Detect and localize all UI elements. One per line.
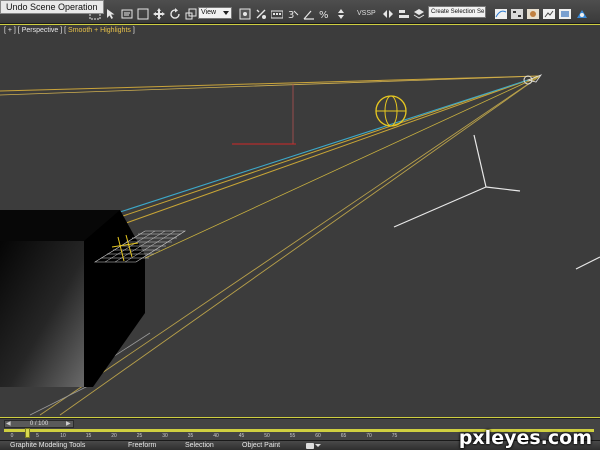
frame-tick-label: 35 — [187, 433, 194, 439]
frame-tick-label: 55 — [289, 433, 296, 439]
keyboard-shortcut-icon[interactable] — [270, 7, 284, 21]
scene-canvas — [0, 74, 600, 416]
viewport-shading-mode[interactable]: Smooth + Highlights — [68, 27, 131, 34]
slider-right-arrow-icon[interactable]: ▶ — [66, 420, 71, 428]
frame-tick-label: 20 — [111, 433, 117, 439]
named-selection-set-dropdown[interactable]: Create Selection Se — [428, 6, 486, 18]
svg-text:%: % — [319, 10, 329, 20]
mirror-icon[interactable] — [381, 7, 395, 21]
frame-tick-label: 10 — [60, 433, 66, 439]
render-icon[interactable] — [575, 7, 589, 21]
perspective-viewport[interactable]: [ + ] [ Perspective ] [ Smooth + Highlig… — [0, 24, 600, 418]
viewport-label-separator: ] [ — [60, 27, 67, 34]
undo-tooltip: Undo Scene Operation — [0, 0, 104, 14]
select-move-icon[interactable] — [152, 7, 166, 21]
chevron-down-icon — [315, 444, 321, 447]
select-manipulate-icon[interactable] — [254, 7, 268, 21]
main-toolbar: View 3 % VSSP Create Selection Se Undo S… — [0, 0, 600, 24]
viewport-label-prefix: [ + ] [ — [4, 27, 20, 34]
point-helper-icon[interactable] — [393, 134, 600, 270]
viewport-label-suffix: ] — [132, 27, 135, 34]
reference-coordinate-dropdown[interactable]: View — [198, 7, 232, 19]
viewport-view-name[interactable]: Perspective — [22, 27, 59, 34]
tab-selection[interactable]: Selection — [185, 442, 214, 450]
ribbon-options-button[interactable] — [306, 442, 322, 449]
tab-object-paint[interactable]: Object Paint — [242, 442, 280, 450]
schematic-view-icon[interactable] — [510, 7, 524, 21]
frame-tick-label: 40 — [213, 433, 219, 439]
tab-freeform[interactable]: Freeform — [128, 442, 156, 450]
layer-manager-icon[interactable] — [412, 7, 426, 21]
time-slider[interactable]: 0 / 100 — [4, 420, 74, 428]
snap-icon[interactable]: 3 — [286, 7, 300, 21]
frame-tick-label: 15 — [85, 433, 92, 439]
tab-graphite-modeling-tools[interactable]: Graphite Modeling Tools — [10, 442, 85, 450]
pivot-center-icon[interactable] — [238, 7, 252, 21]
curve-editor-icon[interactable] — [494, 7, 508, 21]
current-frame-marker[interactable] — [25, 428, 30, 438]
box-object[interactable] — [0, 210, 145, 387]
percent-snap-icon[interactable]: % — [318, 7, 332, 21]
frame-tick-label: 75 — [391, 433, 398, 439]
svg-text:3: 3 — [288, 10, 294, 20]
omni-light-icon[interactable] — [375, 95, 407, 127]
ribbon-options-icon — [306, 442, 314, 449]
angle-snap-icon[interactable] — [302, 7, 316, 21]
slider-left-arrow-icon[interactable]: ◀ — [6, 420, 11, 428]
material-editor-icon[interactable] — [526, 7, 540, 21]
rect-region-icon[interactable] — [136, 7, 150, 21]
viewport-label[interactable]: [ + ] [ Perspective ] [ Smooth + Highlig… — [4, 27, 135, 34]
frame-tick-label: 65 — [340, 433, 347, 439]
align-icon[interactable] — [397, 7, 411, 21]
select-by-name-icon[interactable] — [120, 7, 134, 21]
select-icon[interactable] — [104, 7, 118, 21]
frame-tick-label: 5 — [36, 433, 39, 439]
time-slider-value: 0 / 100 — [29, 421, 49, 427]
watermark: pxleyes.com — [458, 427, 592, 449]
render-setup-icon[interactable] — [542, 7, 556, 21]
frame-tick-label: 50 — [264, 433, 270, 439]
viewport-shading-label: VSSP — [357, 10, 376, 17]
frame-tick-label: 70 — [366, 433, 372, 439]
pivot-gizmo — [232, 84, 296, 145]
spinner-snap-icon[interactable] — [334, 7, 348, 21]
frame-tick-label: 30 — [162, 433, 168, 439]
rendered-frame-icon[interactable] — [558, 7, 572, 21]
frame-tick-label: 45 — [238, 433, 245, 439]
select-rotate-icon[interactable] — [168, 7, 182, 21]
select-scale-icon[interactable] — [184, 7, 198, 21]
frame-tick-label: 25 — [136, 433, 143, 439]
frame-tick-label: 60 — [315, 433, 321, 439]
frame-tick-label: 0 — [10, 433, 14, 439]
